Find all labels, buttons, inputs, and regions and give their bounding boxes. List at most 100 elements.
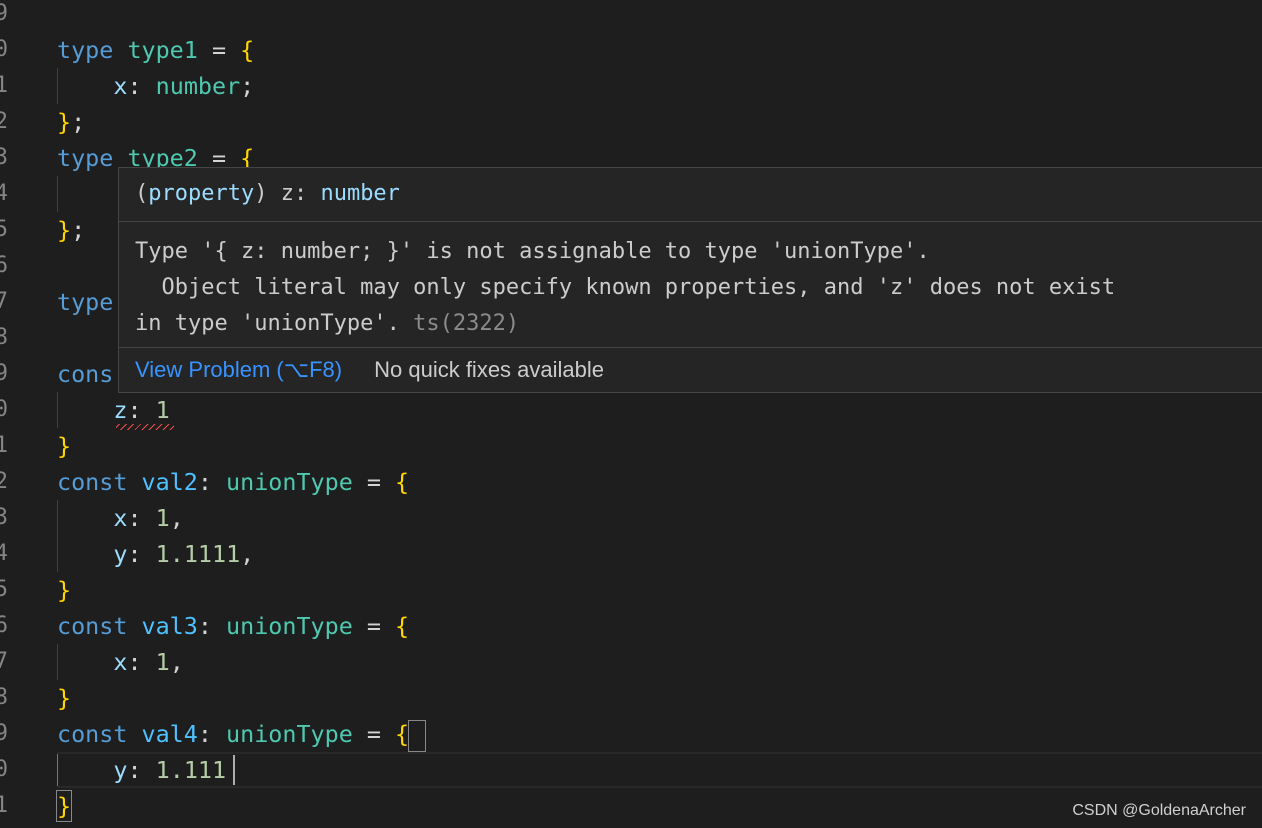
code-token: = [352, 720, 396, 748]
line-number: 25 [0, 577, 8, 602]
code-token: type1 [127, 36, 198, 64]
code-token: } [57, 576, 72, 604]
line-number: 23 [0, 505, 8, 530]
code-token: val3 [141, 612, 198, 640]
line-number: 11 [0, 73, 8, 98]
code-line[interactable]: z: 1 [113, 392, 169, 428]
code-line[interactable]: y: 1.1111, [113, 536, 254, 572]
code-line[interactable]: }; [57, 212, 85, 248]
code-token: : [127, 756, 156, 784]
error-squiggle[interactable] [116, 424, 174, 430]
code-token: : [127, 540, 156, 568]
indent-guide [57, 500, 58, 572]
line-number: 10 [0, 37, 8, 62]
line-number: 12 [0, 109, 8, 134]
code-token: val4 [141, 720, 198, 748]
code-token: 1 [155, 648, 170, 676]
code-line[interactable]: y: 1.111 [113, 752, 226, 788]
code-token: 1.1111 [155, 540, 241, 568]
code-line[interactable]: x: number; [113, 68, 254, 104]
code-token: : [127, 396, 156, 424]
bracket-match-close [56, 790, 72, 822]
code-token: unionType [226, 612, 353, 640]
code-token: = [352, 468, 396, 496]
line-number: 24 [0, 541, 8, 566]
code-token: : [127, 504, 156, 532]
code-line[interactable]: const val2: unionType = { [57, 464, 409, 500]
code-token: const [57, 468, 128, 496]
code-token: 1 [155, 504, 170, 532]
code-token: const [57, 612, 128, 640]
code-token: } [57, 216, 72, 244]
code-token: const [57, 720, 128, 748]
code-token: 1.111 [155, 756, 227, 784]
hover-signature: (property) z: number [119, 168, 1262, 222]
code-token: y [113, 540, 128, 568]
code-line[interactable]: } [57, 572, 71, 608]
line-number: 16 [0, 253, 8, 278]
hover-tooltip: (property) z: number Type '{ z: number; … [118, 167, 1262, 393]
view-problem-link[interactable]: View Problem (⌥F8) [135, 357, 342, 382]
code-token: { [395, 468, 410, 496]
line-number: 15 [0, 217, 8, 242]
code-token: type [57, 144, 114, 172]
code-token: x [113, 504, 128, 532]
line-number: 19 [0, 361, 8, 386]
code-token: { [395, 720, 410, 748]
line-number: 9 [0, 1, 8, 26]
line-number: 13 [0, 145, 8, 170]
line-number: 27 [0, 649, 8, 674]
line-number: 20 [0, 397, 8, 422]
code-token: : [197, 468, 227, 496]
code-token: { [395, 612, 410, 640]
code-token: , [240, 540, 255, 568]
line-number: 21 [0, 433, 8, 458]
hover-status-bar: View Problem (⌥F8) No quick fixes availab… [119, 348, 1262, 392]
hover-error-message: Type '{ z: number; }' is not assignable … [119, 222, 1262, 348]
line-number: 30 [0, 757, 8, 782]
code-token: : [127, 648, 156, 676]
line-number: 14 [0, 181, 8, 206]
code-token: type [57, 36, 114, 64]
indent-guide [57, 176, 58, 212]
code-token: cons [57, 360, 114, 388]
code-token: , [169, 648, 184, 676]
indent-guide [57, 68, 58, 104]
code-token: : [197, 612, 227, 640]
code-line[interactable]: const val4: unionType = { [57, 716, 409, 752]
code-token: type [57, 288, 114, 316]
code-line[interactable]: }; [57, 104, 85, 140]
code-line[interactable]: type type1 = { [57, 32, 254, 68]
line-number: 28 [0, 685, 8, 710]
code-line[interactable]: type [57, 284, 113, 320]
code-line[interactable]: cons [57, 356, 113, 392]
code-token: = [197, 36, 241, 64]
code-token: } [57, 108, 72, 136]
code-token: z [113, 396, 128, 424]
code-token: { [240, 36, 255, 64]
code-token: x [113, 648, 128, 676]
code-line[interactable]: x: 1, [113, 644, 183, 680]
code-token: ; [240, 72, 255, 100]
code-token: val2 [141, 468, 198, 496]
current-line-highlight [57, 752, 1262, 788]
watermark: CSDN @GoldenaArcher [1072, 802, 1246, 819]
code-line[interactable]: x: 1, [113, 500, 183, 536]
code-token: x [113, 72, 128, 100]
code-token: = [352, 612, 396, 640]
indent-guide [57, 644, 58, 680]
code-line[interactable]: } [57, 428, 71, 464]
code-token: } [57, 432, 72, 460]
bracket-match-open [408, 720, 426, 752]
code-line[interactable]: } [57, 680, 71, 716]
code-token: 1 [155, 396, 170, 424]
code-token: number [155, 72, 241, 100]
code-line[interactable]: const val3: unionType = { [57, 608, 409, 644]
line-number: 31 [0, 793, 8, 818]
code-token: y [113, 756, 128, 784]
code-token: ; [71, 216, 86, 244]
